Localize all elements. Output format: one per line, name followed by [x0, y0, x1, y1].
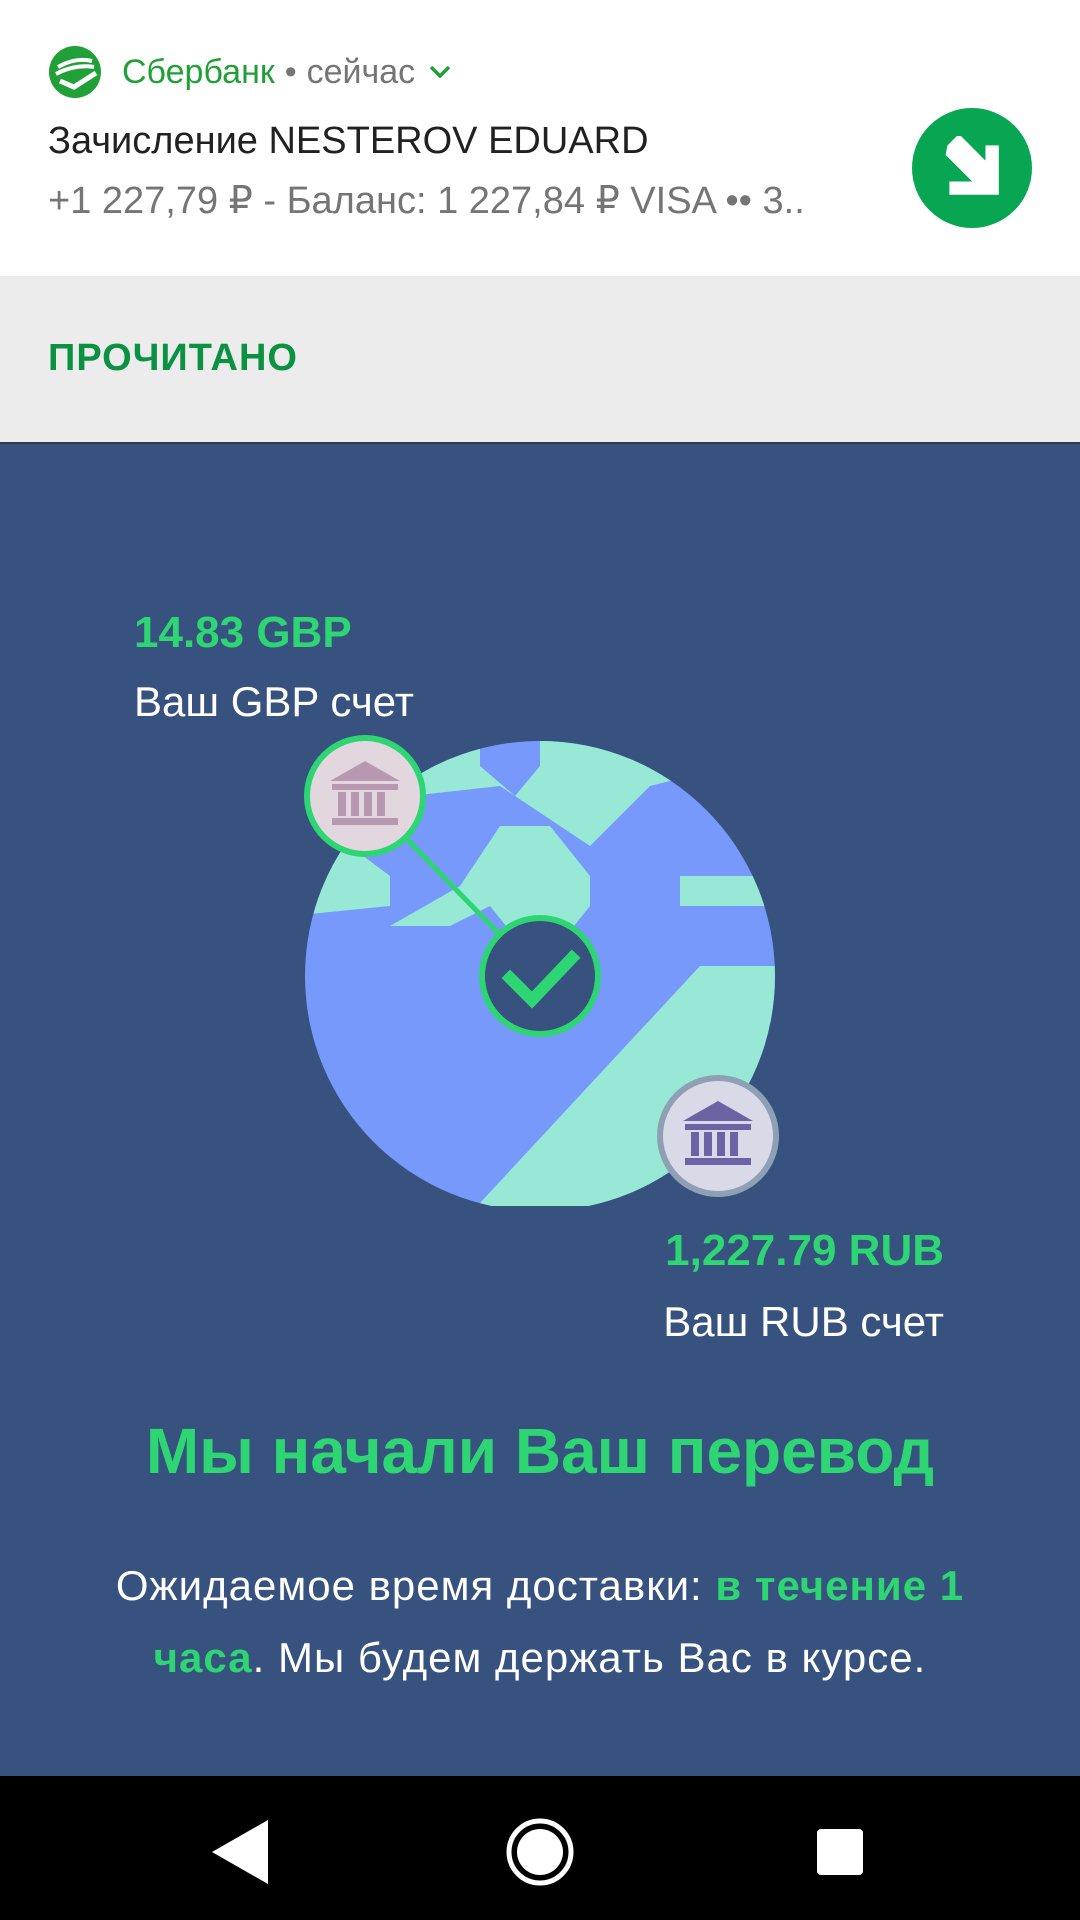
check-icon: [479, 915, 601, 1037]
back-icon[interactable]: [200, 1812, 280, 1892]
arrow-down-right-icon: [912, 108, 1032, 228]
notification-header: Сбербанк • сейчас: [48, 44, 451, 100]
globe-illustration: [304, 735, 779, 1206]
source-amount: 14.83 GBP: [134, 608, 352, 657]
system-navbar: [0, 1776, 1080, 1920]
notification-time: сейчас: [306, 52, 416, 91]
app-name: Сбербанк: [122, 52, 275, 91]
page-title: Мы начали Ваш перевод: [145, 1415, 935, 1487]
transfer-screen: 14.83 GBP Ваш GBP счет 1,227.79 RUB Ваш …: [0, 446, 1080, 1776]
source-account-label: Ваш GBP счет: [134, 678, 414, 725]
notification-title: Зачисление NESTEROV EDUARD: [48, 120, 649, 162]
notification-card[interactable]: Сбербанк • сейчас Зачисление NESTEROV ED…: [0, 0, 1080, 276]
recents-icon[interactable]: [800, 1812, 880, 1892]
home-icon[interactable]: [500, 1812, 580, 1892]
destination-account-label: Ваш RUB счет: [663, 1298, 944, 1345]
destination-bank-icon: [657, 1075, 779, 1197]
mark-read-button[interactable]: ПРОЧИТАНО: [48, 337, 298, 380]
chevron-down-icon[interactable]: [429, 65, 451, 79]
source-bank-icon: [304, 735, 426, 857]
delivery-prefix: Ожидаемое время доставки:: [115, 1562, 716, 1609]
header-separator: •: [284, 52, 297, 91]
destination-amount: 1,227.79 RUB: [665, 1226, 944, 1275]
sberbank-logo-icon: [49, 46, 101, 98]
notification-actions: ПРОЧИТАНО: [0, 276, 1080, 444]
delivery-estimate: Ожидаемое время доставки: в течение 1 ча…: [90, 1550, 990, 1694]
delivery-suffix: . Мы будем держать Вас в курсе.: [252, 1634, 927, 1681]
notification-text: +1 227,79 ₽ - Баланс: 1 227,84 ₽ VISA ••…: [48, 180, 805, 222]
